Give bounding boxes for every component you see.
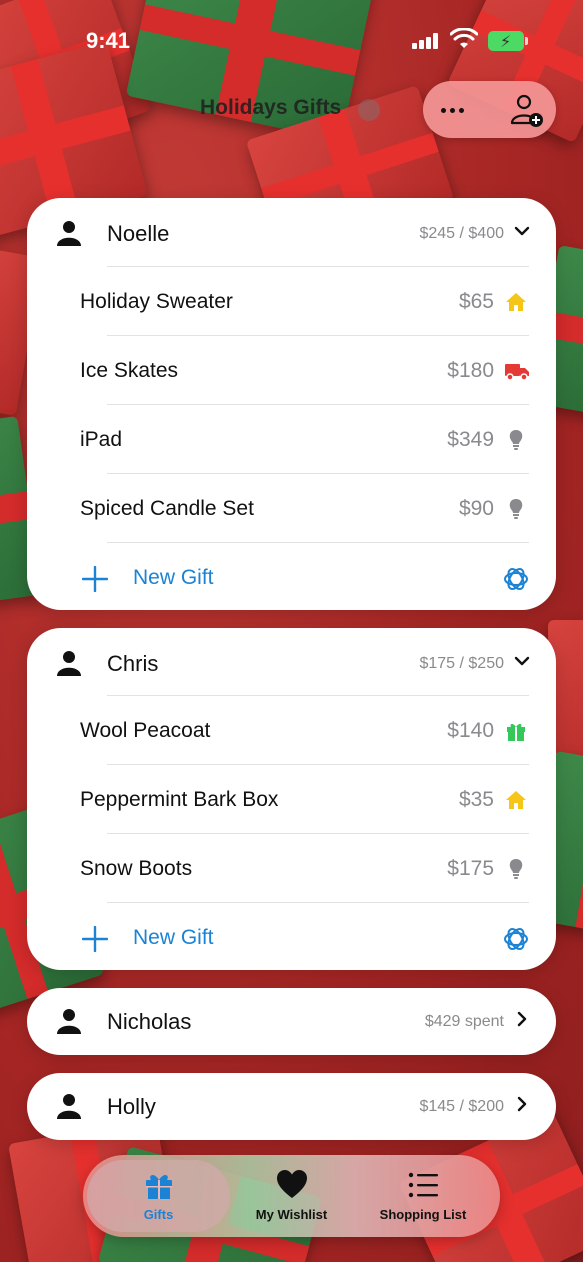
person-header-chris[interactable]: Chris $175 / $250 — [27, 628, 556, 698]
header-actions — [423, 81, 556, 138]
status-bar: 9:41 ⚡ — [0, 0, 583, 80]
gift-row[interactable]: Wool Peacoat $140 — [27, 697, 556, 765]
gift-price: $65 — [458, 290, 494, 313]
person-name: Noelle — [107, 221, 170, 246]
lightbulb-icon — [509, 859, 523, 879]
lightbulb-icon — [509, 430, 523, 450]
gift-price: $180 — [447, 359, 494, 382]
lightbulb-icon — [509, 499, 523, 519]
gift-name: Spiced Candle Set — [80, 497, 254, 520]
add-person-button[interactable] — [507, 93, 547, 129]
gift-name: Holiday Sweater — [80, 290, 233, 313]
title-menu-indicator[interactable] — [358, 99, 380, 121]
gift-price: $140 — [447, 719, 494, 742]
tab-gifts[interactable]: Gifts — [87, 1155, 230, 1237]
gift-icon — [145, 1175, 172, 1199]
budget-label: $245 / $400 — [419, 225, 504, 242]
chevron-right-icon — [517, 1011, 527, 1027]
person-card-nicholas[interactable]: Nicholas $429 spent — [27, 988, 556, 1055]
budget-label: $175 / $250 — [419, 655, 504, 672]
status-time: 9:41 — [86, 28, 131, 53]
gift-name: Snow Boots — [80, 857, 193, 880]
plus-icon — [82, 926, 108, 952]
gift-icon — [507, 723, 525, 741]
person-icon — [57, 1009, 81, 1034]
tab-label: Shopping List — [379, 1207, 467, 1222]
person-card-holly[interactable]: Holly $145 / $200 — [27, 1073, 556, 1140]
new-gift-button[interactable]: New Gift — [27, 904, 556, 972]
person-icon — [57, 221, 81, 246]
tab-bar: Gifts My Wishlist Shopping List — [83, 1155, 500, 1237]
person-header-nicholas[interactable]: Nicholas $429 spent — [27, 986, 556, 1056]
chevron-down-icon — [514, 656, 530, 666]
more-options-button[interactable] — [435, 93, 469, 127]
person-card-noelle: Noelle $245 / $400 Holiday Sweater $65 I… — [27, 198, 556, 610]
chevron-down-icon — [514, 226, 530, 236]
person-header-noelle[interactable]: Noelle $245 / $400 — [27, 198, 556, 268]
gift-price: $349 — [447, 428, 494, 451]
truck-icon — [505, 364, 529, 381]
cellular-signal-icon — [412, 33, 442, 49]
gift-row[interactable]: iPad $349 — [27, 406, 556, 474]
ai-suggest-icon[interactable] — [503, 926, 529, 952]
gift-name: iPad — [80, 428, 123, 451]
gift-row[interactable]: Spiced Candle Set $90 — [27, 475, 556, 543]
gift-name: Ice Skates — [80, 359, 179, 382]
person-name: Chris — [107, 651, 159, 676]
new-gift-button[interactable]: New Gift — [27, 544, 556, 612]
wifi-icon — [450, 28, 478, 48]
gift-price: $175 — [447, 857, 494, 880]
person-name: Nicholas — [107, 1009, 192, 1034]
gift-row[interactable]: Holiday Sweater $65 — [27, 268, 556, 336]
person-icon — [57, 1094, 81, 1119]
page-title: Holidays Gifts — [200, 96, 342, 119]
house-icon — [506, 791, 526, 809]
budget-label: $429 spent — [424, 1013, 504, 1030]
gift-row[interactable]: Snow Boots $175 — [27, 835, 556, 903]
house-icon — [506, 293, 526, 311]
chevron-right-icon — [517, 1096, 527, 1112]
person-header-holly[interactable]: Holly $145 / $200 — [27, 1071, 556, 1141]
gift-row[interactable]: Peppermint Bark Box $35 — [27, 766, 556, 834]
gift-name: Wool Peacoat — [80, 719, 211, 742]
gift-name: Peppermint Bark Box — [80, 788, 279, 811]
gift-price: $35 — [458, 788, 494, 811]
gift-row[interactable]: Ice Skates $180 — [27, 337, 556, 405]
plus-icon — [82, 566, 108, 592]
tab-label: Gifts — [143, 1207, 174, 1222]
new-gift-label: New Gift — [133, 926, 214, 949]
list-icon — [408, 1172, 438, 1198]
battery-icon: ⚡ — [488, 31, 528, 51]
tab-shopping-list[interactable]: Shopping List — [358, 1155, 488, 1237]
person-card-chris: Chris $175 / $250 Wool Peacoat $140 Pepp… — [27, 628, 556, 970]
person-name: Holly — [107, 1094, 156, 1119]
person-icon — [57, 651, 81, 676]
tab-label: My Wishlist — [255, 1207, 328, 1222]
budget-label: $145 / $200 — [419, 1098, 504, 1115]
ai-suggest-icon[interactable] — [503, 566, 529, 592]
gift-price: $90 — [458, 497, 494, 520]
heart-icon — [276, 1170, 307, 1198]
new-gift-label: New Gift — [133, 566, 214, 589]
tab-my-wishlist[interactable]: My Wishlist — [225, 1155, 358, 1237]
